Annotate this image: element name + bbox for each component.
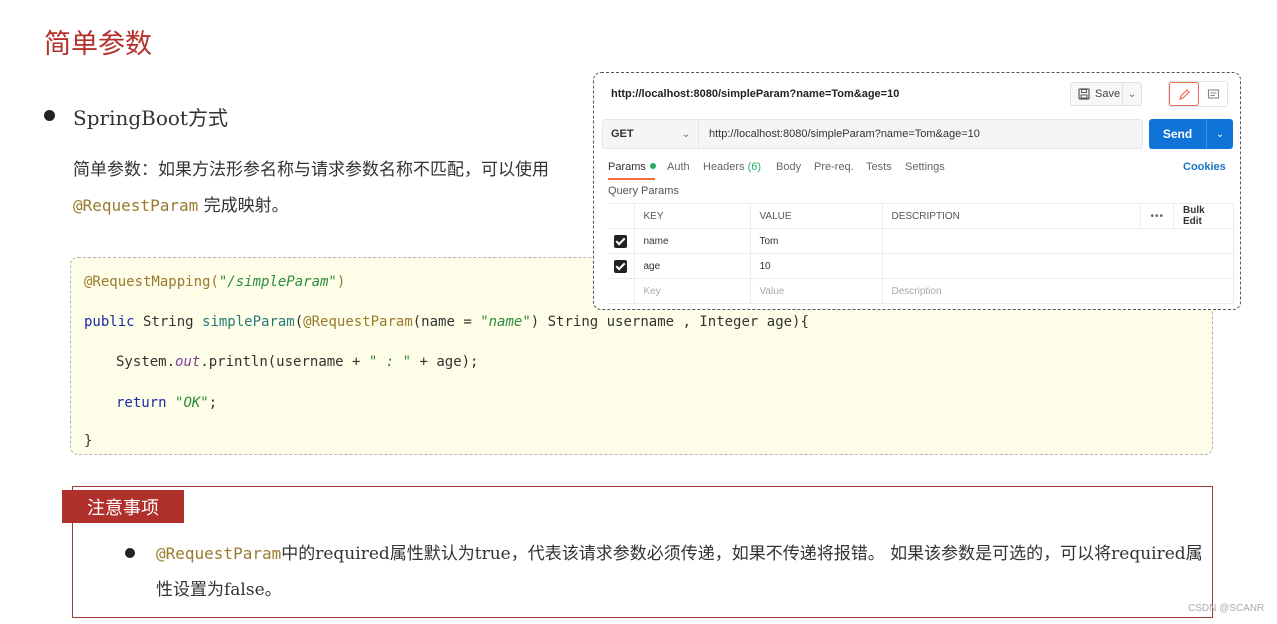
code-text: String [134, 314, 203, 330]
code-line: } [84, 433, 93, 449]
url-input[interactable]: http://localhost:8080/simpleParam?name=T… [699, 120, 980, 148]
edit-pencil-icon [1178, 88, 1190, 100]
row-value[interactable]: Tom [749, 228, 883, 254]
code-line: public String simpleParam(@RequestParam(… [84, 314, 809, 330]
save-label: Save [1095, 88, 1121, 100]
request-tabs: Params Auth Headers (6) Body Pre-req. Te… [608, 161, 1234, 181]
tab-headers[interactable]: Headers (6) [703, 161, 761, 173]
new-key-input[interactable]: Key [633, 278, 751, 304]
code-line: @RequestMapping("/simpleParam") [84, 274, 345, 290]
code-keyword: public [84, 314, 135, 330]
code-string: "/simpleParam" [218, 274, 337, 290]
chevron-down-icon: ⌄ [681, 128, 690, 140]
notice-text: @RequestParam中的required属性默认为true，代表该请求参数… [156, 536, 1206, 608]
chevron-down-icon[interactable]: ⌄ [1207, 119, 1233, 149]
send-button[interactable]: Send ⌄ [1149, 119, 1233, 149]
postman-panel: http://localhost:8080/simpleParam?name=T… [593, 72, 1241, 310]
comment-mode-button[interactable] [1199, 82, 1227, 106]
request-title: http://localhost:8080/simpleParam?name=T… [611, 88, 900, 100]
cookies-link[interactable]: Cookies [1183, 161, 1226, 173]
code-text: + age); [411, 354, 479, 370]
save-button[interactable]: Save ⌄ [1070, 82, 1142, 106]
more-options-icon[interactable]: ••• [1140, 203, 1174, 229]
notice-body: 中的required属性默认为true，代表该请求参数必须传递，如果不传递将报错… [156, 544, 1203, 600]
code-field: out [175, 354, 201, 370]
code-text: System. [116, 354, 176, 370]
table-header-key: KEY [633, 203, 751, 229]
edit-mode-button[interactable] [1169, 82, 1199, 106]
tab-body[interactable]: Body [776, 161, 801, 173]
table-header-value: VALUE [749, 203, 883, 229]
tab-params-label: Params [608, 161, 646, 173]
query-params-label: Query Params [608, 185, 679, 197]
section-heading: SpringBoot方式 [73, 106, 228, 130]
description-text: 简单参数：如果方法形参名称与请求参数名称不匹配，可以使用 @RequestPar… [73, 152, 593, 224]
row-description[interactable] [881, 253, 1234, 279]
description-part2: 完成映射。 [198, 196, 289, 216]
code-string: "OK" [175, 395, 209, 411]
notice-title: 注意事项 [62, 490, 184, 523]
tab-auth[interactable]: Auth [667, 161, 690, 173]
chevron-down-icon[interactable]: ⌄ [1123, 89, 1141, 100]
bulk-edit-button[interactable]: Bulk Edit [1173, 203, 1234, 229]
code-annotation: @RequestParam [303, 314, 413, 330]
code-text: ( [294, 314, 304, 330]
tab-headers-count: (6) [747, 161, 762, 173]
row-checkbox-empty [608, 278, 635, 304]
row-key[interactable]: age [633, 253, 751, 279]
table-header-description: DESCRIPTION [881, 203, 1142, 229]
code-line: System.out.println(username + " : " + ag… [116, 354, 478, 370]
method-select[interactable]: GET ⌄ [603, 120, 699, 148]
tab-headers-label: Headers [703, 161, 745, 173]
bullet-icon [125, 548, 135, 558]
description-annotation: @RequestParam [73, 196, 199, 215]
bullet-icon [44, 110, 55, 121]
request-bar: GET ⌄ http://localhost:8080/simpleParam?… [602, 119, 1143, 149]
method-label: GET [611, 128, 634, 140]
code-line: return "OK"; [116, 395, 217, 411]
watermark: CSDN @SCANR [1188, 603, 1265, 614]
code-annotation: @RequestMapping( [84, 274, 219, 290]
code-annotation: ) [336, 274, 346, 290]
tab-settings[interactable]: Settings [905, 161, 945, 173]
page-title: 简单参数 [44, 29, 152, 60]
table-header-checkbox-cell [608, 203, 635, 229]
query-params-table: KEY VALUE DESCRIPTION ••• Bulk Edit name… [608, 203, 1234, 304]
view-mode-toggle [1168, 81, 1228, 107]
tab-tests[interactable]: Tests [866, 161, 892, 173]
table-row-empty: Key Value Description [608, 278, 1234, 304]
table-header-row: KEY VALUE DESCRIPTION ••• Bulk Edit [608, 203, 1234, 229]
code-text: ; [208, 395, 218, 411]
tab-prereq[interactable]: Pre-req. [814, 161, 854, 173]
new-value-input[interactable]: Value [749, 278, 883, 304]
code-method-name: simpleParam [202, 314, 295, 330]
status-dot-icon [649, 163, 656, 169]
code-string: " : " [368, 354, 412, 370]
save-icon [1078, 88, 1090, 100]
code-text: (name = [412, 314, 481, 330]
row-description[interactable] [881, 228, 1234, 254]
row-value[interactable]: 10 [749, 253, 883, 279]
checkbox-checked-icon[interactable] [614, 234, 628, 248]
checkbox-checked-icon[interactable] [614, 259, 628, 273]
save-action[interactable]: Save [1071, 83, 1123, 105]
table-row: age 10 [608, 253, 1234, 279]
code-string: "name" [480, 314, 531, 330]
code-keyword: return [116, 395, 167, 411]
code-text: .println(username + [200, 354, 369, 370]
comment-icon [1207, 88, 1219, 99]
row-checkbox[interactable] [608, 228, 635, 254]
new-description-input[interactable]: Description [881, 278, 1234, 304]
code-text: ) String username , Integer age){ [530, 314, 809, 330]
send-label[interactable]: Send [1149, 119, 1207, 149]
table-row: name Tom [608, 228, 1234, 254]
tab-active-indicator [608, 178, 655, 180]
row-key[interactable]: name [633, 228, 751, 254]
tab-params[interactable]: Params [608, 161, 656, 180]
description-part1: 简单参数：如果方法形参名称与请求参数名称不匹配，可以使用 [73, 160, 549, 180]
notice-annotation: @RequestParam [156, 544, 282, 563]
row-checkbox[interactable] [608, 253, 635, 279]
